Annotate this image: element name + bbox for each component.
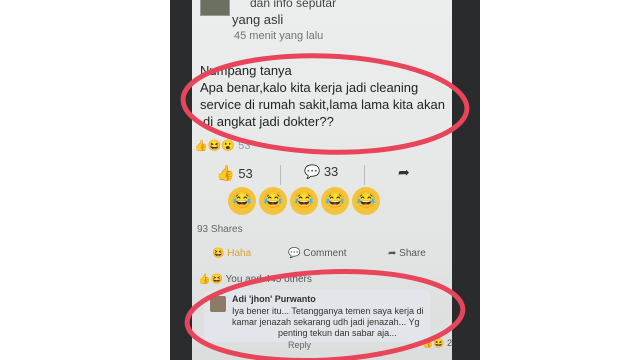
post-line: Numpang tanya	[200, 63, 292, 78]
comment-button[interactable]: 💬 Comment	[288, 248, 347, 259]
comment-line: Iya bener itu... Tetangganya temen saya …	[232, 306, 424, 316]
comment-line: kamar jenazah sekarang udh jadi jenazah.…	[232, 317, 420, 327]
comment-reaction-number: 20	[446, 338, 452, 348]
reply-link[interactable]: Reply	[288, 340, 311, 350]
comment-author[interactable]: Adi 'jhon' Purwanto	[232, 294, 316, 304]
reaction-summary[interactable]: 👍😆😮 53	[194, 139, 250, 152]
post-line: Apa benar,kalo kita kerja jadi cleaning	[200, 80, 419, 95]
thumbs-up-icon: 👍	[216, 165, 235, 182]
post-body: Numpang tanya Apa benar,kalo kita kerja …	[200, 62, 450, 130]
share-arrow-icon: ➦	[398, 164, 410, 180]
comment-reaction-count: 👍😆 20	[422, 338, 452, 349]
like-count: 53	[238, 166, 253, 181]
divider	[280, 165, 281, 185]
like-action[interactable]: 👍 53	[216, 164, 253, 182]
comment-text: Iya bener itu... Tetangganya temen saya …	[232, 306, 432, 339]
share-button[interactable]: ➦ Share	[388, 248, 426, 259]
share-icon: ➦	[388, 248, 397, 259]
comment-label: Comment	[303, 248, 347, 259]
laugh-cry-emoji-icon: 😂	[259, 187, 287, 215]
phone-bezel-right	[452, 0, 480, 360]
avatar	[200, 0, 230, 16]
comment-icon: 💬	[288, 248, 301, 259]
share-label: Share	[399, 248, 426, 259]
post-line: service di rumah sakit,lama lama kita ak…	[200, 97, 445, 112]
phone-screen: dan info seputar yang asli 45 menit yang…	[192, 0, 452, 360]
emoji-row: 😂 😂 😂 😂 😂	[228, 187, 383, 215]
post-header-line1: dan info seputar	[250, 0, 337, 10]
comment-bubble-icon: 💬	[304, 164, 321, 179]
laugh-cry-emoji-icon: 😂	[352, 187, 380, 215]
shares-count[interactable]: 93 Shares	[197, 224, 243, 235]
comment-avatar	[210, 296, 226, 312]
comment-action[interactable]: 💬 33	[304, 164, 338, 180]
share-action[interactable]: ➦	[398, 164, 410, 181]
reactors-text: You and 445 others	[225, 274, 312, 285]
reaction-icons: 👍😆	[198, 274, 223, 285]
reactors-summary[interactable]: 👍😆 You and 445 others	[198, 274, 312, 285]
haha-emoji-icon: 😆	[212, 248, 225, 259]
laugh-cry-emoji-icon: 😂	[290, 187, 318, 215]
post-line: di angkat jadi dokter??	[203, 114, 334, 129]
laugh-cry-emoji-icon: 😂	[321, 187, 349, 215]
haha-button[interactable]: 😆 Haha	[212, 248, 251, 259]
laugh-cry-emoji-icon: 😂	[228, 187, 256, 215]
phone-bezel-left	[170, 0, 192, 360]
comment-line: penting tekun dan sabar aja...	[278, 328, 397, 338]
haha-label: Haha	[227, 248, 252, 259]
reaction-icons: 👍😆😮	[194, 140, 236, 152]
reaction-icons: 👍😆	[422, 338, 445, 348]
reaction-total: 53	[238, 140, 251, 152]
comment-count: 33	[323, 164, 339, 179]
photo-scene: dan info seputar yang asli 45 menit yang…	[0, 0, 640, 360]
post-header-line2: yang asli	[232, 12, 284, 27]
divider	[364, 165, 365, 185]
post-time: 45 menit yang lalu	[234, 30, 324, 42]
